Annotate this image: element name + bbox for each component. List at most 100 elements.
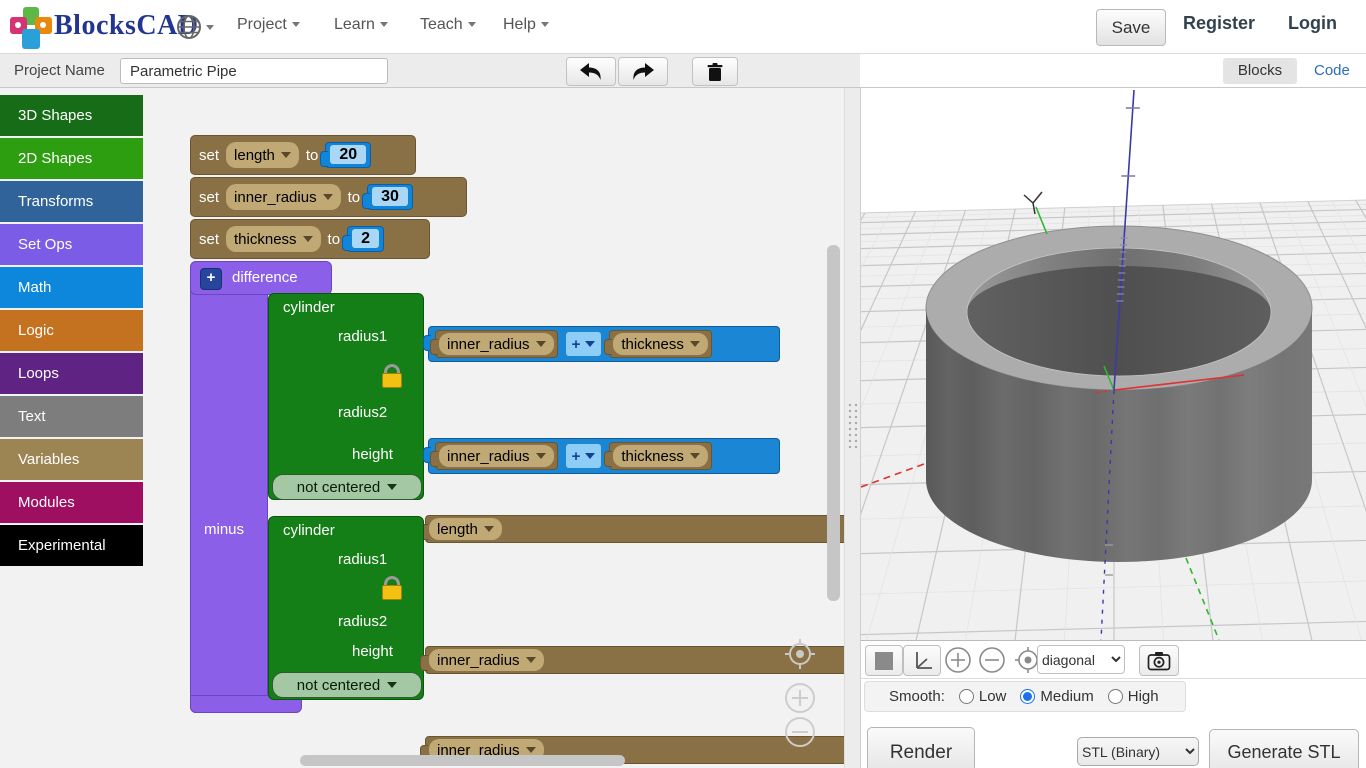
operator-dropdown[interactable]: + [566,332,602,356]
menu-help[interactable]: Help [503,16,549,34]
sidebar-item-logic[interactable]: Logic [0,310,143,351]
block-set-inner-radius[interactable]: set inner_radius to 30 [190,177,467,217]
minus-label: minus [204,521,244,538]
sidebar-item-2d-shapes[interactable]: 2D Shapes [0,138,143,179]
save-button[interactable]: Save [1096,9,1166,46]
sidebar-item-transforms[interactable]: Transforms [0,181,143,222]
smooth-option-low[interactable]: Low [959,688,1007,705]
dropdown-arrow-icon [585,341,595,347]
tab-blocks[interactable]: Blocks [1223,58,1297,84]
smooth-option-medium[interactable]: Medium [1020,688,1093,705]
axes-icon [910,650,934,672]
render-button[interactable]: Render [867,727,975,768]
block-variable[interactable]: thickness [609,330,712,358]
sidebar-item-experimental[interactable]: Experimental [0,525,143,566]
snapshot-button[interactable] [1139,645,1179,676]
viewport-zoom-in-button[interactable] [941,645,975,674]
logo-block-blue [22,29,40,49]
navbar: BlocksCAD Project Learn Teach Help Save … [0,0,1366,54]
register-link[interactable]: Register [1183,13,1255,34]
block-variable[interactable]: thickness [609,442,712,470]
blockly-workspace[interactable]: 3D Shapes 2D Shapes Transforms Set Ops M… [0,88,844,768]
undo-button[interactable] [566,57,616,86]
variable-dropdown[interactable]: length [226,142,299,168]
sidebar-item-modules[interactable]: Modules [0,482,143,523]
caret-down-icon [292,22,300,27]
variable-dropdown[interactable]: thickness [226,226,321,252]
zoom-in-icon[interactable] [786,684,814,712]
radius2-label: radius2 [338,613,387,630]
number-field[interactable]: 2 [352,229,379,248]
project-name-input[interactable] [120,58,388,84]
operator-dropdown[interactable]: + [566,444,602,468]
menu-project[interactable]: Project [237,16,300,34]
sidebar-item-3d-shapes[interactable]: 3D Shapes [0,95,143,136]
menu-learn[interactable]: Learn [334,16,388,34]
smooth-option-high[interactable]: High [1108,688,1159,705]
sidebar-item-text[interactable]: Text [0,396,143,437]
smooth-label: Smooth: [889,688,945,705]
block-arithmetic-r1[interactable]: inner_radius + thickness [428,326,780,362]
background-color-button[interactable] [865,645,903,676]
center-view-icon[interactable] [785,639,815,669]
zoom-in-icon [944,646,972,674]
undo-icon [578,61,604,83]
centered-dropdown[interactable]: not centered [272,474,422,500]
block-arithmetic-r2[interactable]: inner_radius + thickness [428,438,780,474]
number-field[interactable]: 30 [372,187,408,206]
zoom-out-icon[interactable] [786,718,814,746]
block-cylinder-1[interactable] [268,293,424,500]
block-variable-length[interactable]: length [425,515,844,543]
lock-icon[interactable] [382,364,400,388]
dropdown-arrow-icon [536,453,546,459]
cylinder-title: cylinder [283,299,335,316]
redo-button[interactable] [618,57,668,86]
sidebar-item-math[interactable]: Math [0,267,143,308]
block-number[interactable]: 2 [347,226,384,252]
radio-low[interactable] [959,689,974,704]
radio-medium[interactable] [1020,689,1035,704]
generate-stl-button[interactable]: Generate STL [1209,729,1359,768]
divider-drag-handle[interactable] [847,402,859,448]
block-set-thickness[interactable]: set thickness to 2 [190,219,430,259]
block-variable[interactable]: inner_radius [435,442,558,470]
trash-button[interactable] [692,57,738,86]
centered-dropdown[interactable]: not centered [272,672,422,698]
block-number[interactable]: 30 [367,184,413,210]
toggle-axes-button[interactable] [903,645,941,676]
viewport-zoom-out-button[interactable] [975,645,1009,674]
horizontal-scrollbar[interactable] [300,755,625,766]
panel-divider[interactable] [844,88,860,768]
height-label: height [352,643,393,660]
dropdown-arrow-icon [690,341,700,347]
language-menu[interactable] [176,12,206,47]
tab-code[interactable]: Code [1314,62,1350,79]
export-format-select[interactable]: STL (Binary) [1077,737,1199,766]
dropdown-arrow-icon [323,194,333,200]
lock-icon[interactable] [382,576,400,600]
login-link[interactable]: Login [1288,13,1337,34]
3d-scene[interactable] [861,88,1366,640]
menu-teach[interactable]: Teach [420,16,476,34]
trash-icon [706,62,724,82]
sidebar-item-loops[interactable]: Loops [0,353,143,394]
block-set-length[interactable]: set length to 20 [190,135,416,175]
block-difference-spine[interactable] [190,261,268,713]
mutator-plus-button[interactable]: + [200,268,222,290]
caret-down-icon [206,25,214,30]
block-number[interactable]: 20 [325,142,371,168]
block-variable[interactable]: inner_radius [435,330,558,358]
number-field[interactable]: 20 [330,145,366,164]
caret-down-icon [380,22,388,27]
render-viewport[interactable]: diagonal Smooth: Low Medium High Render … [860,88,1366,768]
to-keyword: to [328,231,341,248]
viewport-controls: diagonal Smooth: Low Medium High Render … [861,640,1366,768]
sidebar-item-set-ops[interactable]: Set Ops [0,224,143,265]
vertical-scrollbar[interactable] [827,245,840,601]
view-angle-select[interactable]: diagonal [1037,645,1125,674]
workspace-zoom-controls [775,633,827,753]
radio-high[interactable] [1108,689,1123,704]
camera-icon [1147,651,1171,671]
variable-dropdown[interactable]: inner_radius [226,184,341,210]
sidebar-item-variables[interactable]: Variables [0,439,143,480]
